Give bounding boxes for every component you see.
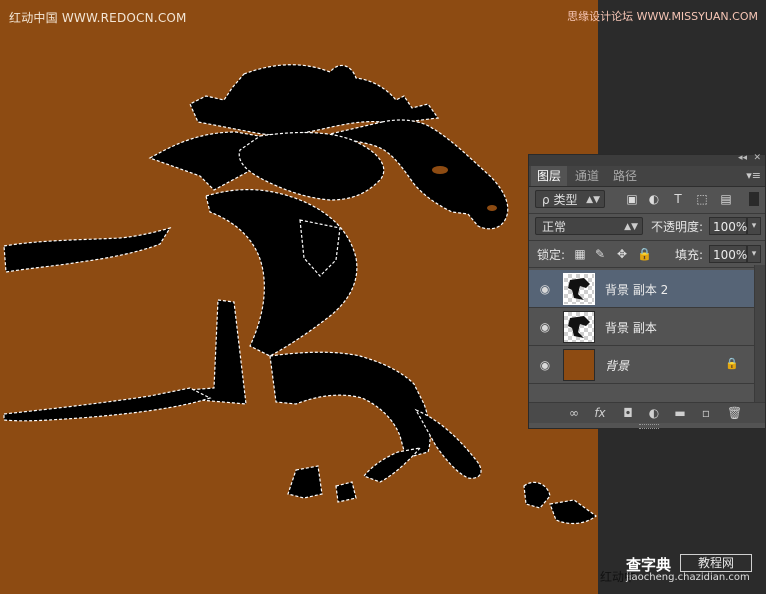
eye-icon[interactable]: ◉ [537,357,553,373]
fx-icon[interactable]: fx [593,406,607,420]
panel-menu-icon[interactable]: ▾≡ [746,169,761,182]
panel-tabs: 图层 通道 路径 ▾≡ [529,166,765,187]
new-layer-icon[interactable]: ▫ [699,406,713,420]
shape-filter-icon[interactable]: ⬚ [695,192,709,206]
filter-toggle-icon[interactable] [749,192,759,206]
search-icon: ρ [542,193,550,207]
adjustment-filter-icon[interactable]: ◐ [647,192,661,206]
blend-mode-value: 正常 [542,220,567,234]
layer-row[interactable]: ◉ 背景 副本 [529,308,755,346]
opacity-dropdown-icon[interactable]: ▾ [747,217,761,235]
type-filter-icon[interactable]: T [671,192,685,206]
tab-layers[interactable]: 图层 [531,166,568,186]
opacity-label: 不透明度: [651,220,704,234]
layers-bottom-toolbar: ∞ fx ◘ ◐ ▬ ▫ 🗑 [529,402,765,423]
layer-name: 背景 副本 2 [605,283,669,297]
tab-paths[interactable]: 路径 [607,166,643,186]
lock-all-icon[interactable]: 🔒 [637,247,652,261]
lock-image-pixels-icon[interactable]: ✎ [593,247,607,261]
watermark-top-left: 红动中国 WWW.REDOCN.COM [9,11,187,25]
lock-position-icon[interactable]: ✥ [615,247,629,261]
tab-channels[interactable]: 通道 [569,166,605,186]
document-canvas[interactable]: 红动中国 WWW.REDOCN.COM [0,0,598,594]
new-group-icon[interactable]: ▬ [673,406,687,420]
layer-thumbnail [563,349,595,381]
layer-filter-dropdown[interactable]: ρ 类型 ▲▼ [535,190,605,208]
fill-input[interactable]: 100% [709,245,747,263]
horse-thumbnail-icon [568,316,590,338]
lock-icon: 🔒 [725,357,739,370]
divider [529,213,765,214]
layer-name: 背景 [605,359,630,373]
logo-url: jiaocheng.chazidian.com [626,572,750,583]
horse-thumbnail-icon [568,278,590,300]
layer-thumbnail [563,311,595,343]
opacity-input[interactable]: 100% [709,217,747,235]
smart-object-filter-icon[interactable]: ▤ [719,192,733,206]
fill-label: 填充: [675,248,704,262]
add-mask-icon[interactable]: ◘ [621,406,635,420]
layers-panel: ◂◂ ✕ 图层 通道 路径 ▾≡ ρ 类型 ▲▼ ▣ ◐ T ⬚ ▤ 正常 ▲▼… [528,153,766,429]
panel-title-strip: ◂◂ ✕ [529,153,765,166]
resize-grip[interactable] [639,424,659,429]
layer-name: 背景 副本 [605,321,657,335]
delete-layer-icon[interactable]: 🗑 [727,406,742,420]
layers-scrollbar[interactable] [754,265,765,402]
layer-thumbnail [563,273,595,305]
layer-row[interactable]: ◉ 背景 副本 2 [529,270,755,308]
divider [529,267,765,268]
fill-dropdown-icon[interactable]: ▾ [747,245,761,263]
logo-box-text: 教程网 [680,554,752,572]
divider [529,240,765,241]
lock-transparent-pixels-icon[interactable]: ▦ [573,247,587,261]
chevron-down-icon: ▲▼ [624,222,638,232]
horse-silhouette [3,64,597,525]
blend-mode-dropdown[interactable]: 正常 ▲▼ [535,217,643,235]
adjustment-layer-icon[interactable]: ◐ [647,406,661,420]
link-layers-icon[interactable]: ∞ [567,406,581,420]
eye-icon[interactable]: ◉ [537,281,553,297]
layer-row[interactable]: ◉ 背景 🔒 [529,346,755,384]
chevron-down-icon: ▲▼ [586,195,600,205]
filter-kind-label: 类型 [553,193,578,207]
eye-icon[interactable]: ◉ [537,319,553,335]
lock-label: 锁定: [537,248,566,262]
collapse-panel-icon[interactable]: ◂◂ [738,153,747,163]
watermark-top-right: 思缘设计论坛 WWW.MISSYUAN.COM [567,10,758,23]
image-filter-icon[interactable]: ▣ [625,192,639,206]
close-panel-icon[interactable]: ✕ [753,153,761,163]
site-logo: 查字典 教程网 jiaocheng.chazidian.com [626,554,756,588]
